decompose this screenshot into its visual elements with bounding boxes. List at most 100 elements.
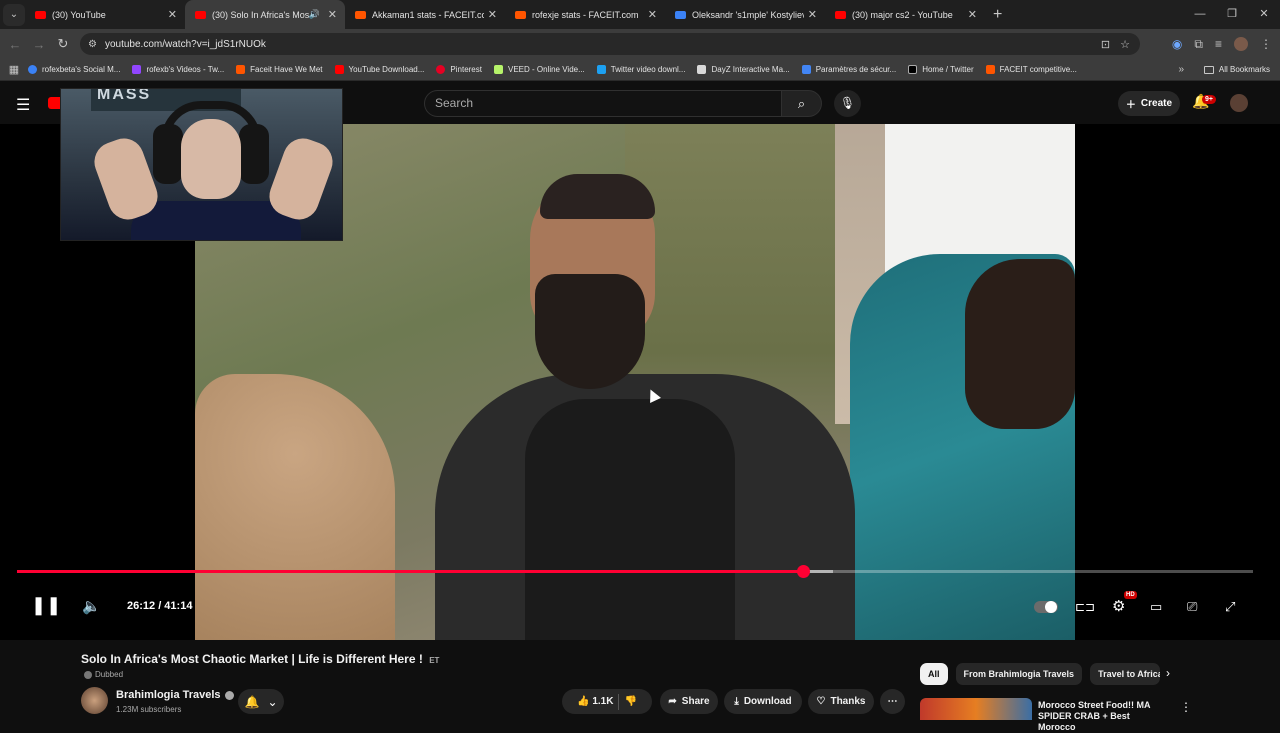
tab-title: (30) YouTube — [52, 9, 106, 20]
create-button[interactable]: ＋ Create — [1118, 91, 1180, 116]
close-tab-icon[interactable]: ✕ — [328, 8, 337, 21]
profile-avatar[interactable] — [1234, 37, 1248, 51]
browser-menu-icon[interactable]: ⋮ — [1260, 37, 1272, 51]
thumbs-down-icon: 👎 — [624, 696, 637, 707]
bookmark-favicon-icon — [436, 65, 446, 74]
more-vertical-icon[interactable]: ⋮ — [1180, 700, 1192, 714]
voice-search-button[interactable]: 🎙 — [834, 90, 861, 117]
chip-all[interactable]: All — [920, 663, 948, 685]
speaker-icon[interactable]: 🔊 — [309, 9, 320, 20]
chevron-right-icon[interactable]: › — [1166, 666, 1170, 680]
folder-icon — [1203, 65, 1214, 74]
progress-bar[interactable] — [17, 565, 1253, 578]
captions-icon[interactable]: ⊏⊐ — [1075, 600, 1095, 614]
bookmark-favicon-icon — [28, 65, 37, 74]
bookmark-item[interactable]: DayZ Interactive Ma... — [697, 65, 790, 74]
dislike-button[interactable]: 👎 — [624, 696, 636, 707]
apps-grid-icon[interactable]: ▦ — [0, 63, 28, 76]
video-scene-man-hair — [540, 174, 655, 219]
volume-icon[interactable]: 🔈 — [82, 597, 101, 615]
recommendation-chips: All From Brahimlogia Travels Travel to A… — [920, 663, 1161, 685]
verified-check-icon — [224, 690, 234, 700]
tab-title: Akkaman1 stats - FACEIT.com — [372, 9, 484, 20]
extensions-puzzle-icon[interactable]: ⧉ — [1194, 37, 1203, 52]
bookmark-item[interactable]: Twitter video downl... — [596, 65, 685, 74]
all-bookmarks-button[interactable]: All Bookmarks — [1203, 65, 1270, 74]
bookmark-item[interactable]: VEED - Online Vide... — [493, 65, 585, 74]
media-control-icon[interactable]: ≡ — [1215, 37, 1222, 51]
more-bookmarks-chevron-icon[interactable]: » — [1178, 64, 1184, 75]
minimize-icon[interactable]: — — [1184, 0, 1216, 29]
browser-tab[interactable]: rofexje stats - FACEIT.com ✕ — [505, 0, 665, 29]
share-icon: ➦ — [668, 696, 677, 707]
plus-icon: ＋ — [1125, 100, 1136, 111]
settings-gear-icon[interactable]: ⚙ — [1112, 597, 1125, 615]
bookmark-item[interactable]: FACEIT competitive... — [985, 65, 1077, 74]
recommended-video-title[interactable]: Morocco Street Food!! MA SPIDER CRAB + B… — [1038, 700, 1168, 733]
pause-icon[interactable]: ❚❚ — [31, 595, 61, 616]
cast-icon[interactable]: ⎚ — [1187, 599, 1197, 615]
facecam-face — [181, 119, 241, 199]
install-app-icon[interactable]: ⊡ — [1101, 38, 1110, 51]
audio-track-icon — [84, 670, 92, 679]
menu-hamburger-icon[interactable]: ☰ — [16, 95, 30, 115]
site-info-icon[interactable]: ⚙ — [88, 39, 97, 50]
recommended-video-thumbnail[interactable] — [920, 698, 1032, 720]
close-tab-icon[interactable]: ✕ — [168, 8, 177, 21]
bookmark-favicon-icon — [985, 65, 995, 74]
close-tab-icon[interactable]: ✕ — [648, 8, 657, 21]
new-tab-icon[interactable]: + — [993, 6, 1002, 24]
fullscreen-icon[interactable]: ⤢ — [1225, 599, 1235, 615]
tab-search-icon[interactable]: ⌄ — [3, 3, 25, 26]
scrubber-handle[interactable] — [797, 565, 811, 578]
divider — [618, 693, 620, 710]
bookmark-label: rofexb's Videos - Tw... — [146, 65, 225, 74]
youtube-favicon-icon — [835, 10, 846, 19]
browser-tab[interactable]: (30) YouTube ✕ — [25, 0, 185, 29]
bookmark-item[interactable]: Pinterest — [436, 65, 482, 74]
bookmark-favicon-icon — [236, 65, 246, 74]
close-tab-icon[interactable]: ✕ — [488, 8, 497, 21]
chip-travel-to-africa[interactable]: Travel to Africa — [1090, 663, 1161, 685]
account-avatar[interactable] — [1230, 94, 1248, 112]
bookmark-label: Faceit Have We Met — [250, 65, 323, 74]
tab-title: rofexje stats - FACEIT.com — [532, 9, 639, 20]
bookmark-item[interactable]: Faceit Have We Met — [236, 65, 323, 74]
browser-tab-active[interactable]: (30) Solo In Africa's Most C 🔊 ✕ — [185, 0, 345, 29]
browser-toolbar: ← → ↻ ⚙ youtube.com/watch?v=i_jdS1rNUOk … — [0, 29, 1280, 59]
bookmark-item[interactable]: rofexbeta's Social M... — [28, 65, 120, 74]
browser-tab[interactable]: Akkaman1 stats - FACEIT.com ✕ — [345, 0, 505, 29]
thanks-button[interactable]: ♡ Thanks — [808, 689, 874, 714]
browser-tab[interactable]: Oleksandr 's1mple' Kostyliev's ✕ — [665, 0, 825, 29]
channel-name[interactable]: Brahimlogia Travels — [116, 689, 234, 701]
reload-icon[interactable]: ↻ — [51, 36, 75, 52]
browser-tab[interactable]: (30) major cs2 - YouTube ✕ — [825, 0, 985, 29]
bookmark-item[interactable]: rofexb's Videos - Tw... — [132, 65, 224, 74]
search-button[interactable]: ⌕ — [782, 90, 822, 117]
extension-icon[interactable]: ◉ — [1172, 37, 1182, 51]
download-icon: ⤓ — [734, 696, 739, 707]
share-button[interactable]: ➦ Share — [660, 689, 718, 714]
like-button[interactable]: 👍 1.1K — [577, 696, 613, 707]
restore-icon[interactable]: ❐ — [1216, 0, 1248, 29]
close-tab-icon[interactable]: ✕ — [968, 8, 977, 21]
bookmark-item[interactable]: YouTube Download... — [334, 65, 424, 74]
bookmark-favicon-icon — [132, 65, 142, 74]
close-tab-icon[interactable]: ✕ — [808, 8, 817, 21]
chip-from-channel[interactable]: From Brahimlogia Travels — [955, 663, 1083, 685]
bookmark-item[interactable]: Home / Twitter — [908, 65, 974, 74]
channel-avatar[interactable] — [81, 687, 108, 714]
autoplay-toggle[interactable] — [1034, 601, 1058, 613]
bookmark-star-icon[interactable]: ☆ — [1120, 38, 1130, 51]
search-input[interactable]: Search — [424, 90, 782, 117]
subscribed-notifications-button[interactable]: 🔔 ⌄ — [238, 689, 284, 714]
more-actions-button[interactable]: ⋯ — [880, 689, 905, 714]
back-arrow-icon[interactable]: ← — [3, 37, 27, 52]
bookmark-item[interactable]: Paramètres de sécur... — [801, 65, 896, 74]
forward-arrow-icon[interactable]: → — [27, 37, 51, 52]
dubbed-text: Dubbed — [95, 670, 124, 679]
miniplayer-icon[interactable]: ▭ — [1150, 599, 1162, 615]
close-window-icon[interactable]: ✕ — [1248, 0, 1280, 29]
download-button[interactable]: ⤓ Download — [724, 689, 802, 714]
address-bar[interactable]: ⚙ youtube.com/watch?v=i_jdS1rNUOk ⊡ ☆ — [80, 33, 1140, 55]
